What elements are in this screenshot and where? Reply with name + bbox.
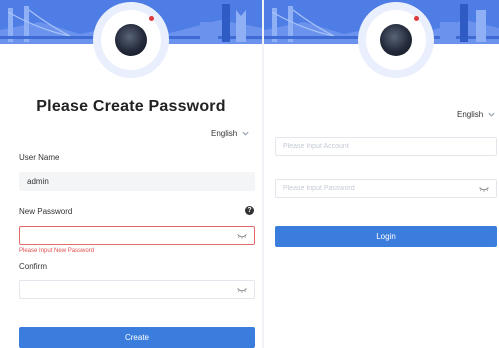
account-input[interactable] bbox=[283, 143, 489, 150]
eye-icon[interactable] bbox=[479, 186, 489, 192]
status-led bbox=[149, 16, 154, 21]
create-password-panel: Please Create Password English User Name… bbox=[0, 0, 262, 348]
confirm-label: Confirm bbox=[19, 262, 48, 271]
login-button[interactable]: Login bbox=[275, 226, 497, 247]
new-password-error: Please Input New Password bbox=[19, 248, 95, 254]
help-icon[interactable]: ? bbox=[245, 206, 254, 215]
camera-lens bbox=[115, 24, 147, 56]
status-led bbox=[414, 16, 419, 21]
username-field[interactable]: admin bbox=[19, 172, 255, 191]
chevron-down-icon bbox=[242, 131, 249, 136]
username-label: User Name bbox=[19, 153, 60, 162]
new-password-label: New Password bbox=[19, 207, 73, 216]
eye-icon[interactable] bbox=[237, 287, 247, 293]
page-title: Please Create Password bbox=[36, 98, 226, 115]
language-select[interactable]: English bbox=[211, 129, 250, 138]
camera-lens bbox=[380, 24, 412, 56]
new-password-input[interactable] bbox=[27, 232, 237, 239]
language-select[interactable]: English bbox=[457, 110, 496, 119]
create-button[interactable]: Create bbox=[19, 327, 255, 348]
chevron-down-icon bbox=[488, 112, 495, 117]
eye-icon[interactable] bbox=[237, 233, 247, 239]
password-field[interactable] bbox=[275, 179, 497, 198]
camera-icon bbox=[93, 2, 169, 78]
new-password-field[interactable] bbox=[19, 226, 255, 245]
login-panel: English Login bbox=[264, 0, 499, 348]
username-value: admin bbox=[27, 177, 49, 186]
camera-icon bbox=[358, 2, 434, 78]
account-field[interactable] bbox=[275, 137, 497, 156]
confirm-password-field[interactable] bbox=[19, 280, 255, 299]
language-label: English bbox=[457, 110, 484, 119]
confirm-password-input[interactable] bbox=[27, 286, 237, 293]
language-label: English bbox=[211, 129, 238, 138]
password-input[interactable] bbox=[283, 185, 479, 192]
